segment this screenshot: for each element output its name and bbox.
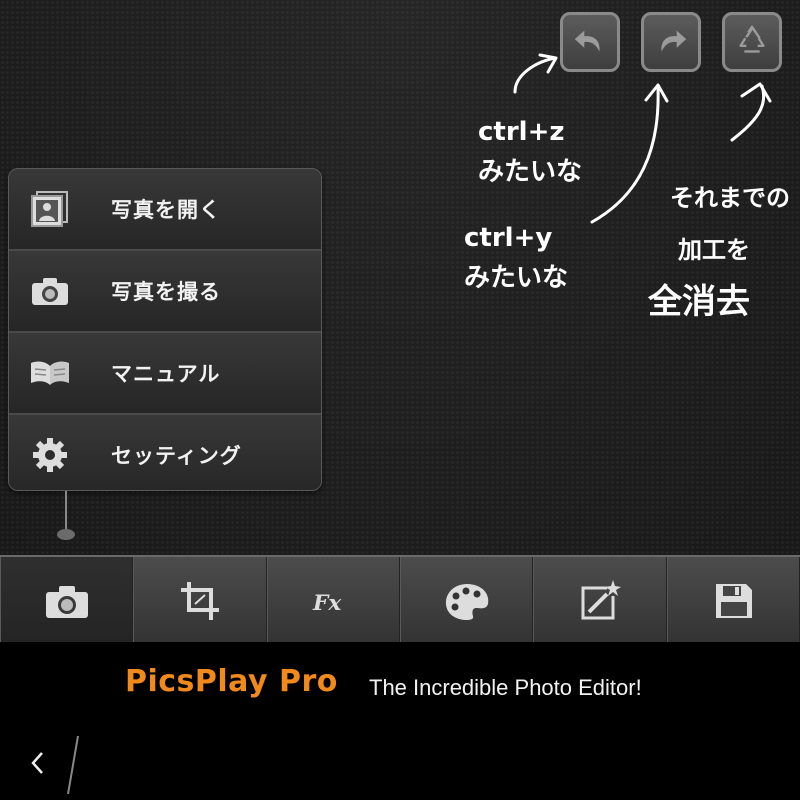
reset-button[interactable] — [722, 12, 782, 72]
save-floppy-icon — [716, 583, 753, 618]
gear-icon — [29, 435, 71, 475]
tool-crop-button[interactable] — [133, 557, 267, 644]
magic-frame-icon — [581, 579, 621, 619]
reset-note-line1: それまでの — [670, 184, 790, 212]
main-menu: 写真を開く 写真を撮る マニュアル セッティング — [8, 168, 322, 491]
menu-pointer-knob — [57, 529, 75, 540]
tool-save-button[interactable] — [666, 557, 800, 644]
menu-item-label: セッティング — [111, 444, 242, 468]
undo-note-line1: ctrl+z — [478, 117, 565, 147]
tagline: The Incredible Photo Editor! — [369, 675, 642, 700]
redo-button[interactable] — [641, 12, 701, 72]
camera-icon — [45, 585, 88, 618]
menu-item-settings[interactable]: セッティング — [9, 415, 321, 490]
recycle-icon — [739, 25, 765, 53]
menu-item-open-photo[interactable]: 写真を開く — [9, 169, 321, 251]
crop-icon — [180, 581, 219, 620]
reset-note-line3: 全消去 — [648, 282, 750, 322]
book-icon — [29, 353, 71, 393]
reset-note-line2: 加工を — [678, 236, 750, 264]
palette-icon — [445, 583, 488, 620]
nav-divider — [67, 735, 79, 795]
bottom-toolbar: Fx — [0, 555, 800, 644]
tool-camera-button[interactable] — [0, 557, 134, 644]
menu-pointer-stem — [65, 491, 67, 531]
tool-fx-button[interactable]: Fx — [266, 557, 400, 644]
undo-note-line2: みたいな — [478, 157, 583, 187]
tool-frame-button[interactable] — [533, 557, 667, 644]
photo-album-icon — [29, 189, 71, 229]
menu-item-label: 写真を開く — [111, 198, 221, 222]
back-chevron-icon[interactable] — [26, 748, 50, 778]
menu-item-label: 写真を撮る — [111, 280, 221, 304]
undo-button[interactable] — [560, 12, 620, 72]
svg-text:Fx: Fx — [312, 591, 342, 616]
undo-note: ctrl+z みたいな — [478, 112, 582, 192]
camera-icon — [29, 271, 71, 311]
reset-note: それまでの 加工を 全消去 — [648, 172, 798, 328]
menu-item-take-photo[interactable]: 写真を撮る — [9, 251, 321, 333]
brand-logo: PicsPlay Pro — [125, 664, 338, 699]
redo-arrow-icon — [661, 30, 687, 52]
tool-palette-button[interactable] — [399, 557, 534, 644]
fx-icon: Fx — [312, 591, 342, 616]
redo-note: ctrl+y みたいな — [464, 218, 568, 298]
redo-note-line1: ctrl+y — [464, 223, 553, 253]
menu-item-label: マニュアル — [111, 362, 221, 386]
undo-arrow-icon — [574, 30, 600, 52]
menu-item-manual[interactable]: マニュアル — [9, 333, 321, 415]
redo-note-line2: みたいな — [464, 263, 569, 293]
